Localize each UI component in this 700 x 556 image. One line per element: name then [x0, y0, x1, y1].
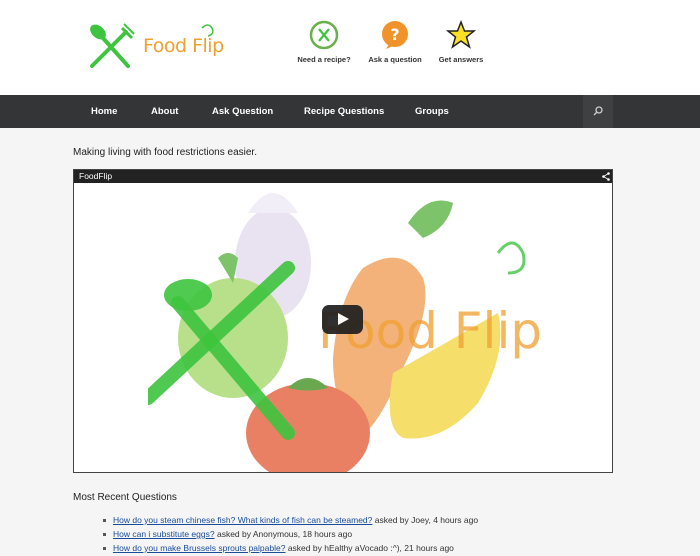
question-meta: asked by Joey, 4 hours ago [374, 515, 479, 525]
ask-question-link[interactable]: ? Ask a question [362, 20, 428, 64]
nav-about[interactable]: About [151, 95, 178, 128]
tagline: Making living with food restrictions eas… [73, 147, 257, 158]
need-recipe-label: Need a recipe? [297, 55, 351, 64]
bullet-icon [103, 547, 106, 550]
question-link[interactable]: How do you make Brussels sprouts palpabl… [113, 543, 285, 553]
question-meta: asked by Anonymous, 18 hours ago [216, 529, 353, 539]
share-icon[interactable] [602, 172, 610, 181]
nav-home[interactable]: Home [91, 95, 117, 128]
recent-questions-list: How do you steam chinese fish? What kind… [103, 515, 478, 556]
site-logo[interactable]: Food Flip [84, 18, 224, 72]
bullet-icon [103, 533, 106, 536]
nav-groups[interactable]: Groups [415, 95, 449, 128]
get-answers-label: Get answers [438, 55, 484, 64]
video-title[interactable]: FoodFlip [79, 171, 112, 181]
list-item: How can i substitute eggs? asked by Anon… [103, 529, 478, 543]
fork-knife-icon [309, 20, 339, 50]
site-header: Food Flip Need a recipe? ? Ask a questio… [0, 0, 700, 95]
list-item: How do you steam chinese fish? What kind… [103, 515, 478, 529]
svg-text:?: ? [390, 25, 399, 44]
logo-text: Food Flip [143, 35, 224, 57]
bullet-icon [103, 519, 106, 522]
play-icon[interactable] [322, 305, 363, 334]
question-icon: ? [382, 21, 408, 49]
question-link[interactable]: How do you steam chinese fish? What kind… [113, 515, 372, 525]
video-player[interactable]: FoodFlip Food Flip [73, 169, 613, 473]
ask-question-label: Ask a question [368, 55, 422, 64]
recent-questions-heading: Most Recent Questions [73, 492, 177, 503]
list-item: How do you make Brussels sprouts palpabl… [103, 543, 478, 556]
search-icon [593, 106, 603, 116]
video-title-bar: FoodFlip [74, 170, 612, 183]
get-answers-link[interactable]: Get answers [428, 20, 494, 64]
need-recipe-link[interactable]: Need a recipe? [291, 20, 357, 64]
nav-ask-question[interactable]: Ask Question [212, 95, 273, 128]
nav-recipe-questions[interactable]: Recipe Questions [304, 95, 384, 128]
question-link[interactable]: How can i substitute eggs? [113, 529, 215, 539]
search-button[interactable] [583, 95, 613, 128]
star-icon [446, 20, 476, 49]
question-meta: asked by hEalthy aVocado :^), 21 hours a… [287, 543, 454, 553]
